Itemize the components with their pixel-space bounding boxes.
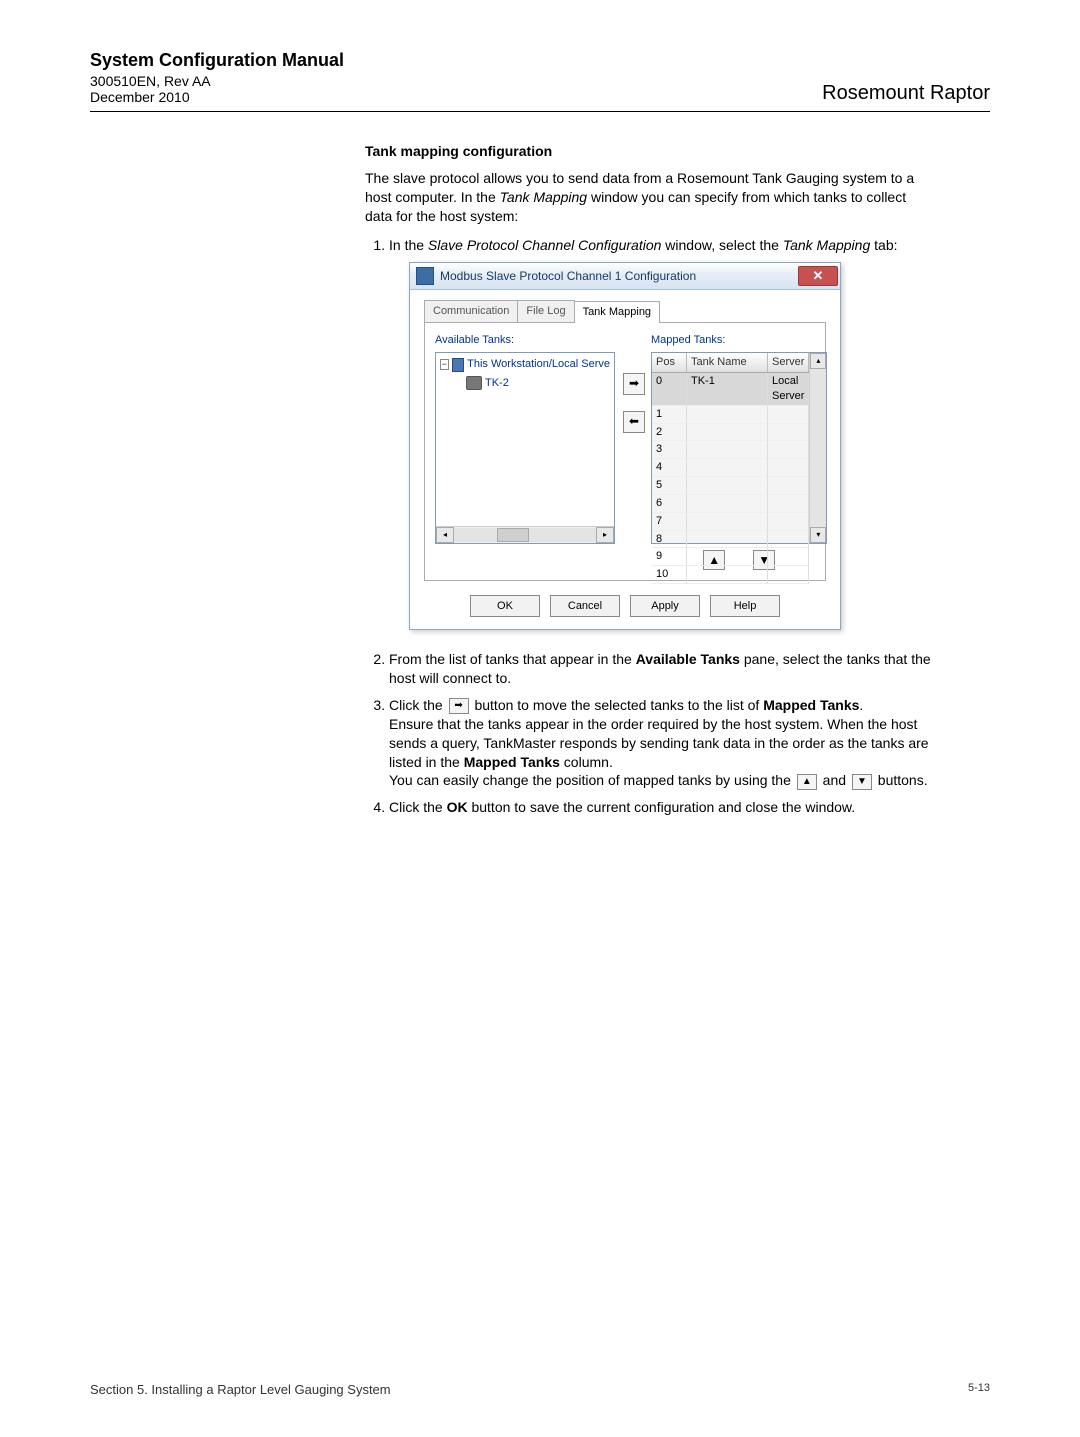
ok-button[interactable]: OK xyxy=(470,595,540,617)
section-heading: Tank mapping configuration xyxy=(365,142,935,161)
apply-button[interactable]: Apply xyxy=(630,595,700,617)
step-4: Click the OK button to save the current … xyxy=(389,798,935,817)
close-icon[interactable]: ✕ xyxy=(798,266,838,286)
scroll-left-icon[interactable]: ◂ xyxy=(436,527,454,543)
available-tanks-tree[interactable]: − This Workstation/Local Serve TK-2 xyxy=(435,352,615,544)
tab-file-log[interactable]: File Log xyxy=(517,300,574,322)
list-row[interactable]: 1 xyxy=(652,406,809,424)
page-number: 5-13 xyxy=(968,1382,990,1397)
list-row[interactable]: 8 xyxy=(652,531,809,549)
doc-number: 300510EN, Rev AA xyxy=(90,73,344,89)
available-tanks-label: Available Tanks: xyxy=(435,333,615,348)
list-row[interactable]: 6 xyxy=(652,495,809,513)
scroll-up-icon[interactable]: ▴ xyxy=(810,353,826,369)
arrow-down-icon: ▼ xyxy=(852,774,872,790)
arrow-up-icon: ▲ xyxy=(797,774,817,790)
list-row[interactable]: 7 xyxy=(652,513,809,531)
page-footer: Section 5. Installing a Raptor Level Gau… xyxy=(90,1382,990,1397)
scroll-right-icon[interactable]: ▸ xyxy=(596,527,614,543)
mapped-tanks-label: Mapped Tanks: xyxy=(651,333,827,348)
tab-tank-mapping[interactable]: Tank Mapping xyxy=(574,301,661,323)
step-2: From the list of tanks that appear in th… xyxy=(389,650,935,688)
list-row[interactable]: 9 xyxy=(652,548,809,566)
help-button[interactable]: Help xyxy=(710,595,780,617)
tab-communication[interactable]: Communication xyxy=(424,300,518,322)
list-row[interactable]: 10 xyxy=(652,566,809,584)
collapse-icon[interactable]: − xyxy=(440,359,449,370)
step-1: In the Slave Protocol Channel Configurat… xyxy=(389,236,935,631)
product-name: Rosemount Raptor xyxy=(822,82,990,105)
tank-icon xyxy=(466,376,482,390)
move-left-button[interactable]: ➡ xyxy=(623,411,645,433)
step-3: Click the ➡ button to move the selected … xyxy=(389,696,935,790)
arrow-right-icon: ➡ xyxy=(449,698,469,714)
dialog-window: Modbus Slave Protocol Channel 1 Configur… xyxy=(409,262,841,630)
doc-date: December 2010 xyxy=(90,89,344,105)
list-vscroll[interactable]: ▴ ▾ xyxy=(809,353,826,543)
tree-child[interactable]: TK-2 xyxy=(440,376,610,391)
page-header: System Configuration Manual 300510EN, Re… xyxy=(90,50,990,112)
footer-section: Section 5. Installing a Raptor Level Gau… xyxy=(90,1382,391,1397)
list-header: Pos Tank Name Server xyxy=(652,353,809,373)
list-row[interactable]: 2 xyxy=(652,424,809,442)
cancel-button[interactable]: Cancel xyxy=(550,595,620,617)
tree-hscroll[interactable]: ◂ ▸ xyxy=(436,526,614,543)
mapped-tanks-list[interactable]: Pos Tank Name Server 0 TK-1 Local Server xyxy=(651,352,827,544)
list-row[interactable]: 5 xyxy=(652,477,809,495)
dialog-titlebar[interactable]: Modbus Slave Protocol Channel 1 Configur… xyxy=(410,263,840,290)
intro-paragraph: The slave protocol allows you to send da… xyxy=(365,169,935,226)
app-icon xyxy=(416,267,434,285)
workstation-icon xyxy=(452,358,464,372)
tab-strip: Communication File Log Tank Mapping xyxy=(424,300,826,323)
manual-title: System Configuration Manual xyxy=(90,50,344,71)
tree-root[interactable]: − This Workstation/Local Serve xyxy=(440,357,610,372)
scroll-down-icon[interactable]: ▾ xyxy=(810,527,826,543)
dialog-title: Modbus Slave Protocol Channel 1 Configur… xyxy=(440,268,798,284)
list-row[interactable]: 3 xyxy=(652,441,809,459)
move-right-button[interactable]: ➡ xyxy=(623,373,645,395)
list-row[interactable]: 0 TK-1 Local Server xyxy=(652,373,809,406)
list-row[interactable]: 4 xyxy=(652,459,809,477)
